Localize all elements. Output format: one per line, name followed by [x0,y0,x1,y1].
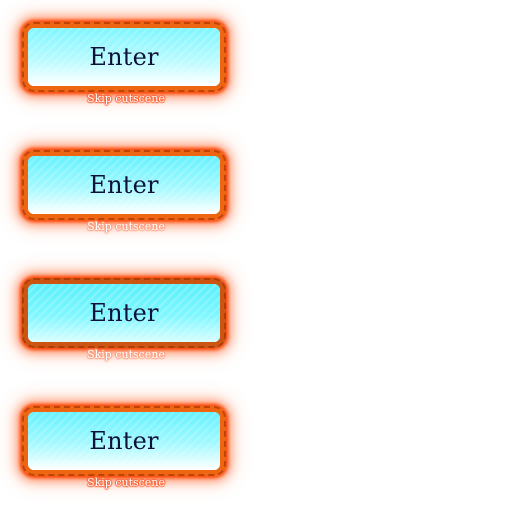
enter-button-focused[interactable]: Enter [22,406,226,476]
enter-button-pressed[interactable]: Enter [22,278,226,348]
skip-cutscene-caption[interactable]: Skip cutscene [18,92,234,105]
enter-button-label: Enter [89,427,159,455]
skip-cutscene-caption[interactable]: Skip cutscene [18,348,234,361]
enter-button-group-normal: Enter Skip cutscene [18,18,234,108]
enter-button-label: Enter [89,171,159,199]
enter-button-group-focused: Enter Skip cutscene [18,402,234,492]
enter-button-group-pressed: Enter Skip cutscene [18,274,234,364]
button-sheet: Enter Skip cutscene Enter Skip cutscene … [0,0,512,512]
enter-button-group-hover: Enter Skip cutscene [18,146,234,236]
enter-button-normal[interactable]: Enter [22,22,226,92]
skip-cutscene-caption[interactable]: Skip cutscene [18,220,234,233]
enter-button-label: Enter [89,299,159,327]
enter-button-hover[interactable]: Enter [22,150,226,220]
enter-button-label: Enter [89,43,159,71]
skip-cutscene-caption[interactable]: Skip cutscene [18,476,234,489]
